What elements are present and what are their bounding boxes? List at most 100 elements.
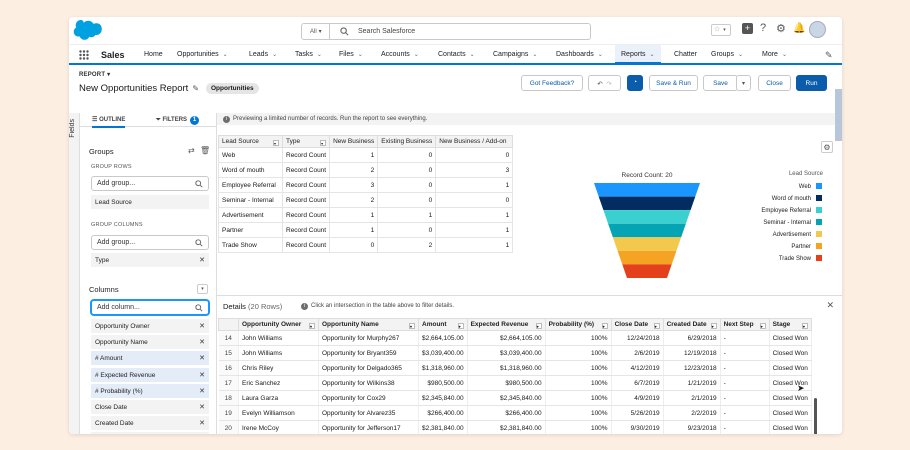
remove-icon[interactable]: ✕ [199, 338, 205, 346]
delete-groups-icon[interactable]: 🗑 [200, 146, 210, 155]
table-cell[interactable]: $2,664,105.00 [467, 330, 546, 346]
add-group-column-input[interactable]: Add group... [91, 235, 209, 250]
table-cell[interactable]: 4/12/2019 [611, 360, 664, 376]
favorites-star-icon[interactable]: ☆ ▾ [711, 24, 731, 36]
table-cell[interactable]: 100% [545, 360, 612, 376]
report-type-label[interactable]: REPORT ▾ [79, 71, 110, 78]
table-cell[interactable]: $980,500.00 [467, 375, 546, 391]
column-pill[interactable]: # Expected Revenue ✕ [91, 367, 209, 382]
table-cell[interactable]: - [720, 405, 770, 421]
column-menu-chevron-icon[interactable]: ▾ [309, 322, 315, 329]
column-header[interactable]: New Business / Add-on [435, 135, 514, 148]
table-cell[interactable]: 1/21/2019 [663, 375, 721, 391]
funnel-segment[interactable] [617, 250, 677, 265]
column-header[interactable]: Opportunity Name ▾ [318, 318, 419, 331]
table-cell[interactable]: 100% [545, 405, 612, 421]
table-cell[interactable]: 6/7/2019 [611, 375, 664, 391]
table-cell[interactable]: Chris Riley [238, 360, 319, 376]
table-cell[interactable]: Closed Won [769, 420, 812, 434]
details-scrollbar[interactable] [814, 398, 817, 434]
summary-row[interactable]: Partner Record Count 1 0 1 [218, 222, 514, 238]
nav-item-reports[interactable]: Reports ⌄ [615, 45, 661, 64]
count-cell[interactable]: 0 [377, 177, 437, 193]
tab-outline[interactable]: ☰ OUTLINE [92, 116, 126, 128]
column-header[interactable]: Lead Source ▾ [218, 135, 283, 148]
chevron-down-icon[interactable]: ⌄ [532, 52, 537, 58]
group-row-pill[interactable]: Lead Source [91, 195, 209, 209]
chevron-down-icon[interactable]: ⌄ [598, 52, 603, 58]
nav-item-opportunities[interactable]: Opportunities ⌄ [177, 51, 228, 58]
column-menu-chevron-icon[interactable]: ▾ [320, 139, 327, 146]
nav-item-home[interactable]: Home [144, 51, 163, 58]
feedback-button[interactable]: Got Feedback? [521, 75, 583, 91]
chevron-down-icon[interactable]: ⌄ [272, 52, 277, 58]
table-cell[interactable]: 100% [545, 375, 612, 391]
table-cell[interactable]: $2,345,840.00 [467, 390, 546, 406]
table-cell[interactable]: $1,318,960.00 [418, 360, 468, 376]
close-button[interactable]: Close [758, 75, 791, 91]
table-cell[interactable]: Opportunity for Jefferson17 [318, 420, 419, 434]
table-row[interactable]: 14 John Williams Opportunity for Murphy267… [218, 330, 812, 346]
column-menu-chevron-icon[interactable]: ▾ [601, 322, 608, 329]
global-search[interactable]: All ▾ Search Salesforce [301, 23, 591, 40]
funnel-segment[interactable] [608, 223, 686, 238]
table-cell[interactable]: 100% [545, 390, 612, 406]
search-placeholder[interactable]: Search Salesforce [358, 28, 415, 35]
table-cell[interactable]: Closed Won [769, 345, 812, 361]
columns-menu-chevron-icon[interactable]: ▾ [197, 284, 208, 294]
column-header[interactable]: Probability (%) ▾ [544, 318, 612, 331]
table-cell[interactable]: Opportunity for Delgado365 [318, 360, 419, 376]
nav-item-accounts[interactable]: Accounts ⌄ [381, 51, 419, 58]
add-column-input[interactable]: Add column... [91, 300, 209, 315]
count-cell[interactable]: 1 [329, 147, 379, 163]
table-cell[interactable]: - [720, 330, 770, 346]
table-row[interactable]: 18 Laura Garza Opportunity for Cox29 $2,345… [218, 390, 812, 406]
table-cell[interactable]: Opportunity for Alvarez35 [318, 405, 419, 421]
table-cell[interactable]: 12/19/2018 [663, 345, 721, 361]
summary-row[interactable]: Web Record Count 1 0 0 [218, 147, 514, 163]
table-cell[interactable]: Eric Sanchez [238, 375, 319, 391]
funnel-segment[interactable] [622, 264, 672, 278]
app-launcher-icon[interactable] [79, 50, 89, 60]
count-cell[interactable]: 0 [435, 192, 514, 208]
count-cell[interactable]: 0 [329, 237, 379, 253]
remove-icon[interactable]: ✕ [199, 371, 205, 379]
nav-item-leads[interactable]: Leads ⌄ [249, 51, 277, 58]
remove-icon[interactable]: ✕ [199, 419, 205, 427]
save-run-button[interactable]: Save & Run [649, 75, 698, 91]
table-cell[interactable]: John Williams [238, 330, 319, 346]
funnel-segment[interactable] [612, 237, 682, 251]
table-cell[interactable]: 100% [545, 330, 612, 346]
table-cell[interactable]: $3,039,400.00 [467, 345, 546, 361]
toggle-chart-icon[interactable]: ◔ [627, 75, 643, 91]
table-cell[interactable]: - [720, 375, 770, 391]
table-row[interactable]: 19 Evelyn Williamson Opportunity for Alvar… [218, 405, 812, 421]
table-cell[interactable]: Closed Won [769, 330, 812, 346]
tab-filters[interactable]: ⏷ FILTERS 1 [156, 116, 200, 125]
funnel-segment[interactable] [594, 183, 700, 197]
global-actions-plus-icon[interactable]: + [742, 23, 753, 34]
search-scope-select[interactable]: All ▾ [302, 24, 330, 39]
table-row[interactable]: 17 Eric Sanchez Opportunity for Wilkins38 $… [218, 375, 812, 391]
summary-row[interactable]: Seminar - Internal Record Count 2 0 0 [218, 192, 514, 208]
chevron-down-icon[interactable]: ⌄ [414, 52, 419, 58]
edit-title-pencil-icon[interactable]: ✎ [192, 84, 199, 93]
table-cell[interactable]: $2,664,105.00 [418, 330, 468, 346]
nav-item-tasks[interactable]: Tasks ⌄ [295, 51, 322, 58]
fields-panel-toggle[interactable]: Fields [69, 113, 80, 434]
swap-groups-icon[interactable]: ⇄ [188, 146, 195, 155]
setup-gear-icon[interactable]: ⚙ [776, 22, 786, 35]
column-header[interactable]: Created Date ▾ [662, 318, 721, 331]
table-cell[interactable]: Opportunity for Wilkins38 [318, 375, 419, 391]
undo-icon[interactable]: ↶ [597, 81, 602, 88]
column-menu-chevron-icon[interactable]: ▾ [535, 322, 542, 329]
group-column-pill[interactable]: Type ✕ [91, 253, 209, 267]
chevron-down-icon[interactable]: ⌄ [782, 52, 787, 58]
count-cell[interactable]: 3 [435, 162, 514, 178]
table-cell[interactable]: 12/23/2018 [663, 360, 721, 376]
table-cell[interactable]: Closed Won [769, 375, 812, 391]
close-details-icon[interactable]: ✕ [826, 300, 834, 311]
table-cell[interactable]: $2,345,840.00 [418, 390, 468, 406]
right-panel-edge[interactable] [835, 89, 842, 141]
table-cell[interactable]: Evelyn Williamson [238, 405, 319, 421]
